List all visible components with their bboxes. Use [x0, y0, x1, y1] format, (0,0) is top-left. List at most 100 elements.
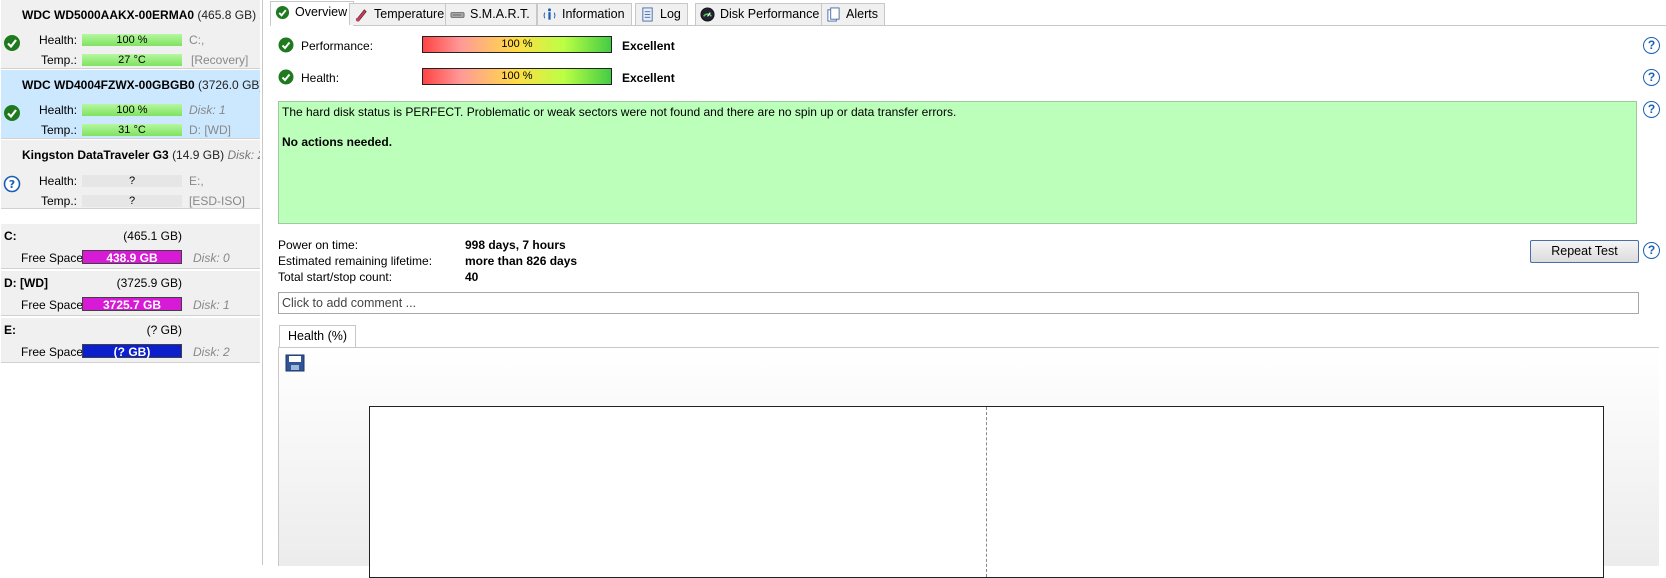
volume-size: (? GB) [146, 323, 182, 337]
disk-suffix: Disk: 2 [227, 148, 260, 162]
tab-smart[interactable]: S.M.A.R.T. [445, 3, 537, 25]
chart-divider [986, 407, 987, 577]
health-rating: Excellent [622, 71, 675, 85]
disk-item[interactable]: WDC WD5000AAKX-00ERMA0 (465.8 GB) D Heal… [1, 0, 260, 69]
check-icon [4, 105, 20, 121]
log-icon [642, 7, 653, 22]
tab-label: S.M.A.R.T. [470, 7, 530, 21]
volume-size: (465.1 GB) [123, 229, 182, 243]
tab-log[interactable]: Log [635, 3, 688, 25]
info-label: Estimated remaining lifetime: [278, 254, 433, 268]
disk-volume-labels: [Recovery] [191, 53, 249, 67]
tab-alerts[interactable]: Alerts [821, 3, 885, 25]
free-space-label: Free Space [21, 345, 84, 359]
check-icon [278, 69, 294, 85]
disk-item[interactable]: Kingston DataTraveler G3 (14.9 GB) Disk:… [1, 140, 260, 209]
check-icon [4, 35, 20, 51]
disk-name: Kingston DataTraveler G3 [22, 148, 169, 162]
disk-size: (3726.0 GB) [198, 78, 260, 92]
help-icon[interactable]: ? [1643, 101, 1660, 118]
volume-item[interactable]: D: [WD] (3725.9 GB) Free Space 3725.7 GB… [1, 271, 260, 316]
disk-item[interactable]: WDC WD4004FZWX-00GBGB0 (3726.0 GB) Healt… [1, 70, 260, 139]
help-icon[interactable]: ? [1643, 242, 1660, 259]
volume-name: E: [4, 323, 16, 337]
volume-name: D: [WD] [4, 276, 48, 290]
question-icon: ? [3, 175, 21, 193]
help-icon[interactable]: ? [1643, 69, 1660, 86]
tab-label: Disk Performance [720, 7, 820, 21]
info-label: Total start/stop count: [278, 270, 393, 284]
performance-rating: Excellent [622, 39, 675, 53]
temp-label: Temp.: [41, 123, 78, 137]
tab-label: Log [660, 7, 681, 21]
volume-disk: Disk: 1 [193, 298, 230, 312]
info-icon [543, 8, 556, 20]
gauge-icon [700, 7, 715, 22]
health-bar: ? [82, 175, 182, 187]
status-text: The hard disk status is PERFECT. Problem… [282, 105, 957, 119]
health-label: Health: [39, 33, 78, 47]
temp-bar: 27 °C [82, 54, 182, 66]
help-icon[interactable]: ? [1643, 37, 1660, 54]
health-label: Health: [39, 174, 78, 188]
health-bar: 100 % [422, 68, 612, 85]
disk-size: (465.8 GB) [197, 8, 257, 22]
tab-health-chart[interactable]: Health (%) [279, 325, 357, 348]
disk-list-panel: WDC WD5000AAKX-00ERMA0 (465.8 GB) D Heal… [0, 0, 263, 565]
disk-name: WDC WD5000AAKX-00ERMA0 [22, 8, 195, 22]
free-space-bar: 3725.7 GB [82, 297, 182, 312]
volume-item[interactable]: C: (465.1 GB) Free Space 438.9 GB Disk: … [1, 224, 260, 269]
tab-label: Overview [295, 5, 348, 19]
disk-size: (14.9 GB) [172, 148, 225, 162]
disk-name: WDC WD4004FZWX-00GBGB0 [22, 78, 195, 92]
info-value: 40 [465, 270, 479, 284]
tab-label: Alerts [846, 7, 878, 21]
status-box: The hard disk status is PERFECT. Problem… [278, 101, 1637, 224]
info-value: more than 826 days [465, 254, 578, 268]
health-chart-area [278, 347, 1659, 578]
free-space-label: Free Space [21, 251, 84, 265]
tab-label: Temperature [374, 7, 445, 21]
performance-bar: 100 % [422, 36, 612, 53]
volume-disk: Disk: 0 [193, 251, 230, 265]
tab-label: Information [562, 7, 625, 21]
volume-name: C: [4, 229, 17, 243]
volume-size: (3725.9 GB) [116, 276, 182, 290]
free-space-bar: 438.9 GB [82, 250, 182, 265]
tab-information[interactable]: Information [537, 3, 632, 25]
info-label: Power on time: [278, 238, 359, 252]
tab-temperature[interactable]: Temperature [349, 3, 452, 25]
disk-volume-labels: [ESD-ISO] [189, 194, 246, 208]
performance-label: Performance: [301, 39, 374, 53]
thermometer-icon [355, 9, 367, 22]
temp-bar: 31 °C [82, 124, 182, 136]
free-space-label: Free Space [21, 298, 84, 312]
health-bar: 100 % [82, 34, 182, 46]
disk-volumes: C:, [189, 33, 205, 47]
check-icon [278, 37, 294, 53]
disk-volumes: E:, [189, 174, 204, 188]
alerts-icon [827, 7, 840, 22]
temp-bar: ? [82, 195, 182, 207]
status-action: No actions needed. [282, 135, 393, 149]
disk-number: Disk: 1 [189, 103, 226, 117]
health-label: Health: [301, 71, 340, 85]
tab-overview[interactable]: Overview [270, 1, 355, 26]
disk-title: Kingston DataTraveler G3 (14.9 GB) Disk:… [22, 148, 260, 162]
comment-field[interactable]: Click to add comment ... [278, 292, 1639, 314]
free-space-bar: (? GB) [82, 344, 182, 359]
disk-icon [450, 12, 465, 18]
repeat-test-button[interactable]: Repeat Test [1530, 240, 1639, 263]
save-icon[interactable] [285, 354, 305, 372]
disk-volume-labels: D: [WD] [189, 123, 231, 137]
tab-disk-performance[interactable]: Disk Performance [695, 3, 827, 25]
health-bar: 100 % [82, 104, 182, 116]
svg-text:?: ? [9, 178, 15, 191]
check-icon [275, 5, 290, 20]
volume-item[interactable]: E: (? GB) Free Space (? GB) Disk: 2 [1, 318, 260, 363]
volume-disk: Disk: 2 [193, 345, 230, 359]
disk-suffix: D [259, 8, 260, 22]
temp-label: Temp.: [41, 194, 78, 208]
health-chart-plot [369, 406, 1604, 578]
info-value: 998 days, 7 hours [465, 238, 566, 252]
